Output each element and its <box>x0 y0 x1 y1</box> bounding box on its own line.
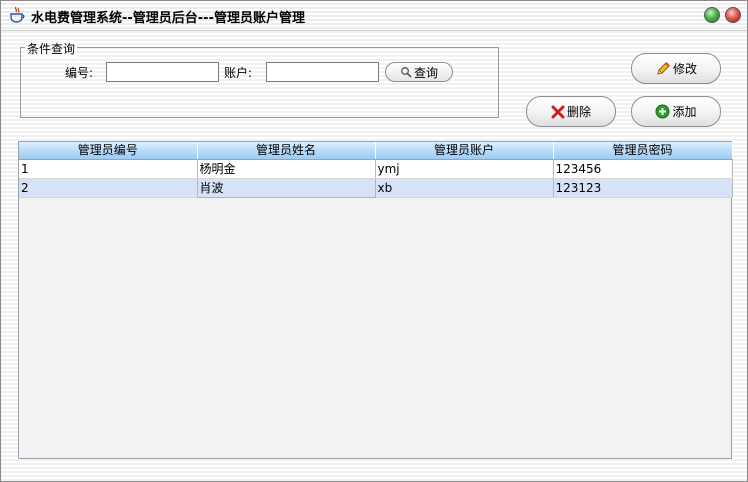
delete-button[interactable]: 删除 <box>526 96 616 127</box>
add-button-label: 添加 <box>672 105 697 119</box>
column-header-id[interactable]: 管理员编号 <box>19 142 198 160</box>
query-panel: 条件查询 编号: 账户: 查询 <box>20 40 499 118</box>
minimize-button[interactable] <box>704 7 720 23</box>
delete-x-icon <box>551 105 565 119</box>
add-button[interactable]: 添加 <box>631 96 721 127</box>
id-input[interactable] <box>106 62 219 82</box>
delete-button-label: 删除 <box>566 105 591 119</box>
cell-password[interactable]: 123456 <box>553 159 733 179</box>
column-header-name[interactable]: 管理员姓名 <box>197 142 376 160</box>
column-header-account[interactable]: 管理员账户 <box>375 142 554 160</box>
cell-account[interactable]: ymj <box>375 159 554 179</box>
query-legend: 条件查询 <box>25 40 78 57</box>
cell-id[interactable]: 2 <box>19 178 198 198</box>
search-button-label: 查询 <box>413 65 438 80</box>
column-header-password[interactable]: 管理员密码 <box>553 142 733 160</box>
cell-name[interactable]: 杨明金 <box>197 159 376 179</box>
cell-id[interactable]: 1 <box>19 159 198 179</box>
id-label: 编号: <box>65 66 94 80</box>
table-row-selected[interactable]: 2 肖波 xb 123123 <box>19 177 733 198</box>
cell-account[interactable]: xb <box>375 178 554 198</box>
table-header-row: 管理员编号 管理员姓名 管理员账户 管理员密码 <box>19 142 733 160</box>
table-row[interactable]: 1 杨明金 ymj 123456 <box>19 159 733 179</box>
pencil-icon <box>655 61 671 77</box>
account-label: 账户: <box>224 66 253 80</box>
close-button[interactable] <box>725 7 741 23</box>
app-window: 水电费管理系统--管理员后台---管理员账户管理 条件查询 编号: 账户: 查询 <box>0 0 748 482</box>
java-cup-icon <box>8 6 26 24</box>
window-title: 水电费管理系统--管理员后台---管理员账户管理 <box>31 11 305 26</box>
cell-name-focused[interactable]: 肖波 <box>196 177 376 198</box>
title-bar[interactable]: 水电费管理系统--管理员后台---管理员账户管理 <box>1 1 747 31</box>
add-plus-icon <box>655 104 670 119</box>
edit-button-label: 修改 <box>672 62 697 76</box>
cell-password[interactable]: 123123 <box>553 178 733 198</box>
search-button[interactable]: 查询 <box>385 62 453 82</box>
account-input[interactable] <box>266 62 379 82</box>
edit-button[interactable]: 修改 <box>631 53 721 84</box>
admin-table[interactable]: 管理员编号 管理员姓名 管理员账户 管理员密码 1 杨明金 ymj 123456… <box>18 141 733 459</box>
magnifier-icon <box>400 66 412 78</box>
